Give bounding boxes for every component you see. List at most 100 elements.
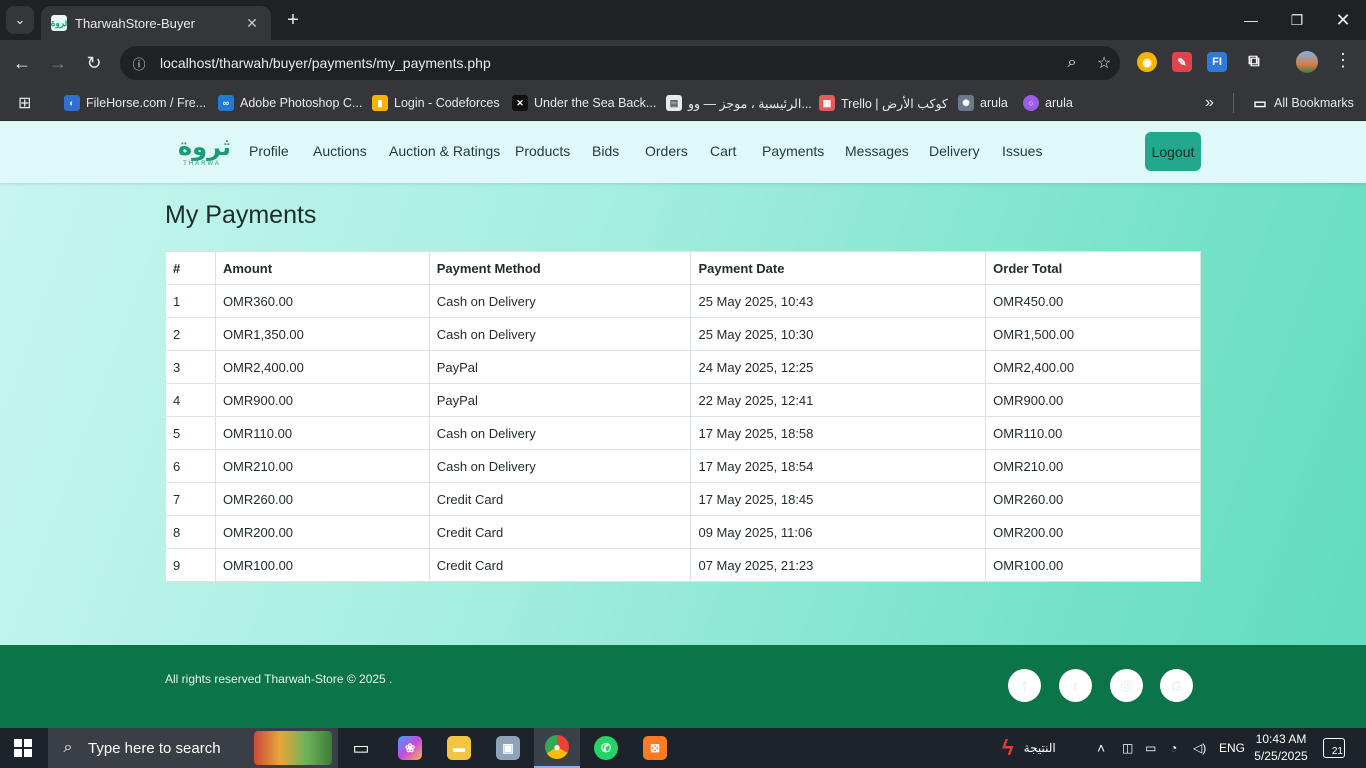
nav-auction-ratings[interactable]: Auction & Ratings: [389, 143, 500, 159]
nav-payments[interactable]: Payments: [762, 143, 824, 159]
site-footer: All rights reserved Tharwah-Store © 2025…: [0, 645, 1366, 728]
cell-amount: OMR100.00: [214, 548, 430, 582]
logo-sub-text: THARWA: [183, 161, 221, 167]
cell-payment-date: 17 May 2025, 18:58: [690, 416, 987, 450]
tab-close-icon[interactable]: ✕: [243, 15, 261, 32]
windows-taskbar: ⌕ Type here to search ▭ ❀ ▬ ▣ ● ✆ ⊠ ϟ ال…: [0, 728, 1366, 768]
extension-chrome-icon[interactable]: ◉: [1137, 52, 1157, 72]
nav-auctions[interactable]: Auctions: [313, 143, 367, 159]
chrome-taskbar-icon[interactable]: ●: [534, 728, 580, 768]
language-indicator[interactable]: ENG: [1219, 728, 1245, 768]
column-header-payment-method: Payment Method: [428, 251, 692, 285]
bookmark-arula-2[interactable]: ○ arula: [1023, 93, 1073, 113]
more-bookmarks-icon[interactable]: »: [1205, 93, 1214, 113]
nav-messages[interactable]: Messages: [845, 143, 909, 159]
facebook-icon[interactable]: f: [1008, 669, 1041, 702]
google-icon[interactable]: G: [1160, 669, 1193, 702]
windows-start-icon[interactable]: [14, 739, 32, 757]
cell-payment-date: 09 May 2025, 11:06: [690, 515, 987, 549]
file-explorer-icon[interactable]: ▬: [436, 728, 482, 768]
site-info-icon[interactable]: ⓘ: [122, 46, 156, 80]
bookmark-arula-1[interactable]: ✺ arula: [958, 93, 1008, 113]
cell-order-total: OMR2,400.00: [985, 350, 1201, 384]
reload-button[interactable]: ↻: [80, 49, 108, 77]
cell-payment-method: Cash on Delivery: [428, 449, 692, 483]
cell-order-total: OMR1,500.00: [985, 317, 1201, 351]
nav-issues[interactable]: Issues: [1002, 143, 1042, 159]
nav-orders[interactable]: Orders: [645, 143, 688, 159]
cell-payment-method: Credit Card: [428, 515, 692, 549]
back-button[interactable]: ←: [8, 49, 36, 77]
minimize-button[interactable]: —: [1228, 0, 1274, 40]
forward-button[interactable]: →: [44, 49, 72, 77]
nav-profile[interactable]: Profile: [249, 143, 289, 159]
instagram-icon[interactable]: ◎: [1110, 669, 1143, 702]
bookmark-photoshop[interactable]: ∞ Adobe Photoshop C...: [218, 93, 362, 113]
bookmark-codeforces[interactable]: ▮ Login - Codeforces: [372, 93, 500, 113]
twitter-icon[interactable]: t: [1059, 669, 1092, 702]
table-row: 2 OMR1,350.00 Cash on Delivery 25 May 2025,…: [165, 317, 1201, 351]
bookmark-star-icon[interactable]: ☆: [1088, 53, 1120, 73]
chrome-glyph: ●: [545, 735, 569, 759]
cell-payment-date: 25 May 2025, 10:43: [690, 284, 987, 318]
weather-widget[interactable]: ϟ النتيجة: [1002, 728, 1056, 768]
extension-fi-icon[interactable]: FI: [1207, 52, 1227, 72]
nav-cart[interactable]: Cart: [710, 143, 736, 159]
notification-count: 21: [1331, 746, 1343, 757]
browser-tab-active[interactable]: ثروة TharwahStore-Buyer ✕: [41, 6, 271, 40]
bookmark-filehorse[interactable]: ◐ FileHorse.com / Fre...: [64, 93, 206, 113]
tharwa-logo[interactable]: ثروة THARWA: [178, 135, 231, 173]
browser-tab-bar: ⌄ ثروة TharwahStore-Buyer ✕ + — ❐ ✕: [0, 0, 1366, 40]
wifi-icon[interactable]: ◔: [1170, 728, 1177, 768]
volume-icon[interactable]: ◁): [1193, 728, 1206, 768]
page-title: My Payments: [165, 201, 317, 229]
system-app-icon[interactable]: ▣: [485, 728, 531, 768]
table-row: 6 OMR210.00 Cash on Delivery 17 May 2025, 1…: [165, 449, 1201, 483]
cell-order-total: OMR260.00: [985, 482, 1201, 516]
camera-tray-icon[interactable]: ◫: [1122, 728, 1133, 768]
copyright-text: All rights reserved Tharwah-Store © 2025…: [165, 672, 393, 686]
copilot-glyph: ❀: [398, 736, 422, 760]
nav-products[interactable]: Products: [515, 143, 570, 159]
taskbar-search[interactable]: ⌕ Type here to search: [48, 728, 338, 768]
address-bar[interactable]: ⓘ localhost/tharwah/buyer/payments/my_pa…: [120, 46, 1120, 80]
xampp-icon[interactable]: ⊠: [632, 728, 678, 768]
nav-bids[interactable]: Bids: [592, 143, 619, 159]
bookmark-label: arula: [1045, 96, 1073, 110]
table-row: 1 OMR360.00 Cash on Delivery 25 May 2025, 1…: [165, 284, 1201, 318]
battery-icon[interactable]: ▭: [1145, 728, 1156, 768]
close-window-button[interactable]: ✕: [1320, 0, 1366, 40]
zoom-search-icon[interactable]: ⌕: [1056, 54, 1088, 72]
notification-center-icon[interactable]: 21: [1323, 738, 1345, 758]
bookmark-label: الرئيسية ، موجز — وو...: [688, 96, 812, 111]
url-text[interactable]: localhost/tharwah/buyer/payments/my_paym…: [156, 55, 1056, 71]
weather-label: النتيجة: [1023, 741, 1056, 755]
browser-menu-icon[interactable]: ⋮: [1334, 50, 1352, 71]
cell-order-total: OMR900.00: [985, 383, 1201, 417]
nav-delivery[interactable]: Delivery: [929, 143, 980, 159]
column-header-order-total: Order Total: [985, 251, 1201, 285]
tab-search-button[interactable]: ⌄: [6, 6, 34, 34]
extensions-puzzle-icon[interactable]: ⧉: [1244, 52, 1264, 72]
new-tab-button[interactable]: +: [282, 8, 304, 32]
taskbar-clock[interactable]: 10:43 AM 5/25/2025: [1248, 731, 1314, 765]
bookmark-under-the-sea[interactable]: ✕ Under the Sea Back...: [512, 93, 656, 113]
apps-grid-icon[interactable]: ⊞: [18, 93, 31, 113]
table-row: 7 OMR260.00 Credit Card 17 May 2025, 18:45 O…: [165, 482, 1201, 516]
restore-button[interactable]: ❐: [1274, 0, 1320, 40]
all-bookmarks-label: All Bookmarks: [1274, 96, 1354, 110]
bookmark-trello[interactable]: ▦ Trello | كوكب الأرض: [819, 93, 948, 113]
monitor-glyph: ▣: [496, 736, 520, 760]
clock-time: 10:43 AM: [1255, 732, 1307, 746]
cell-order-total: OMR200.00: [985, 515, 1201, 549]
whatsapp-icon[interactable]: ✆: [583, 728, 629, 768]
copilot-icon[interactable]: ❀: [387, 728, 433, 768]
task-view-icon[interactable]: ▭: [338, 728, 384, 768]
bookmark-arabic-news[interactable]: ▤ الرئيسية ، موجز — وو...: [666, 93, 812, 113]
tab-title: TharwahStore-Buyer: [75, 15, 195, 31]
all-bookmarks-button[interactable]: ▭ All Bookmarks: [1233, 93, 1354, 113]
profile-avatar[interactable]: [1296, 51, 1318, 73]
extension-red-icon[interactable]: ✎: [1172, 52, 1192, 72]
tray-overflow-icon[interactable]: ˄: [1097, 728, 1105, 768]
logout-button[interactable]: Logout: [1145, 132, 1201, 171]
